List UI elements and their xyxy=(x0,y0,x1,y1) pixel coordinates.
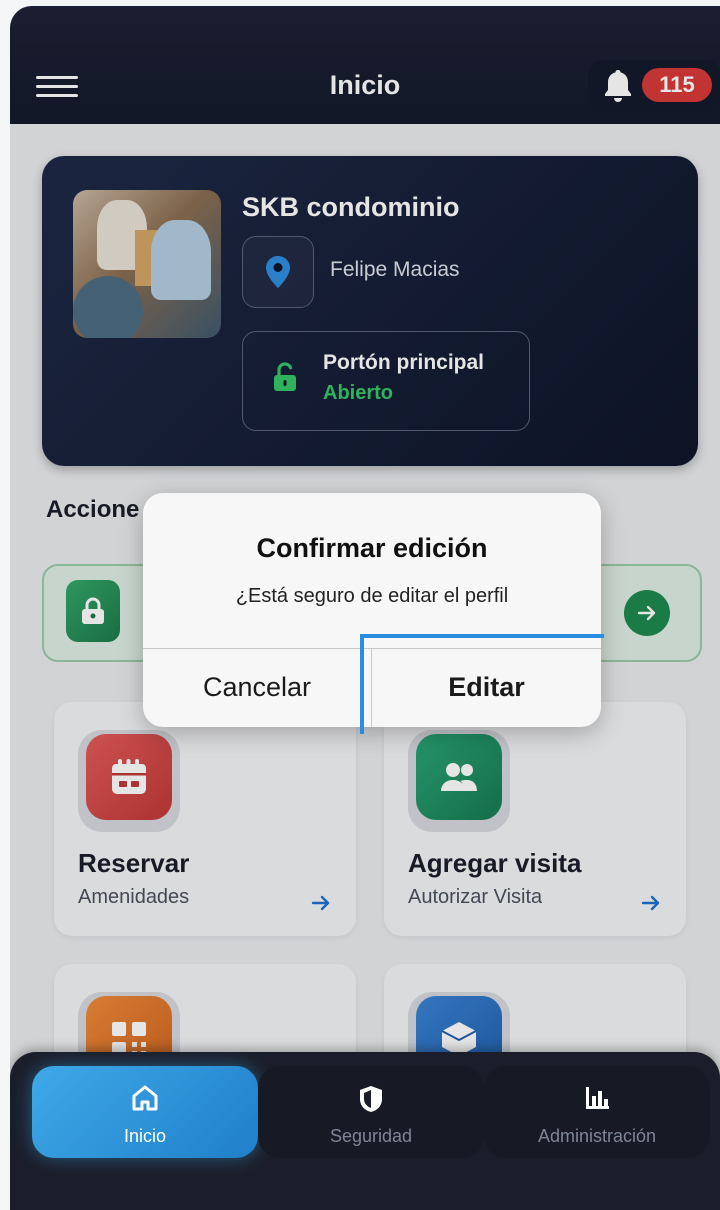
nav-item-seguridad[interactable]: Seguridad xyxy=(258,1066,484,1158)
edit-button[interactable]: Editar xyxy=(372,648,601,727)
cancel-button[interactable]: Cancelar xyxy=(143,648,371,727)
bottom-navigation: Inicio Seguridad Administración xyxy=(10,1052,720,1210)
app-screen: Inicio 115 SKB condominio Felipe Macias xyxy=(10,6,720,1210)
shield-icon xyxy=(360,1086,382,1112)
confirm-dialog: Confirmar edición ¿Está seguro de editar… xyxy=(143,493,601,727)
dialog-title: Confirmar edición xyxy=(256,533,488,563)
nav-item-inicio[interactable]: Inicio xyxy=(32,1066,258,1158)
chart-icon xyxy=(586,1087,609,1109)
nav-item-administracion[interactable]: Administración xyxy=(484,1066,710,1158)
nav-label: Seguridad xyxy=(329,1126,413,1146)
nav-label: Inicio xyxy=(123,1126,167,1146)
nav-label: Administración xyxy=(537,1126,657,1146)
home-icon xyxy=(132,1085,158,1111)
dialog-message: ¿Está seguro de editar el perfil xyxy=(235,585,509,607)
